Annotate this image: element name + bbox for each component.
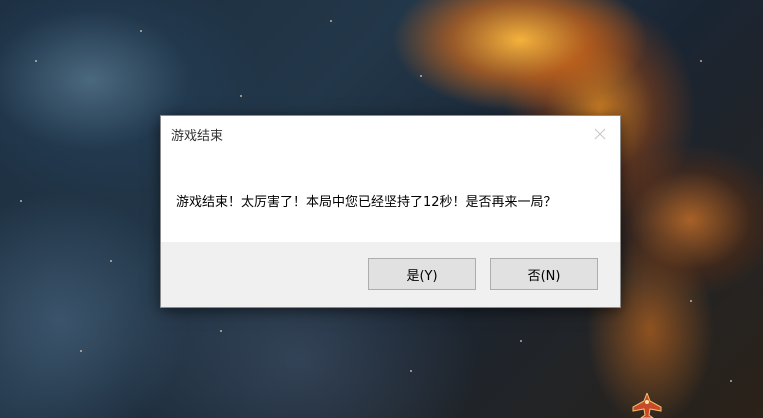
background-star <box>730 380 732 382</box>
yes-button[interactable]: 是(Y) <box>368 258 476 290</box>
message-area: 游戏结束！太厉害了！本局中您已经坚持了12秒！是否再来一局？ <box>161 152 620 242</box>
game-over-dialog: 游戏结束 游戏结束！太厉害了！本局中您已经坚持了12秒！是否再来一局？ 是(Y)… <box>160 115 621 308</box>
no-button[interactable]: 否(N) <box>490 258 598 290</box>
background-star <box>420 75 422 77</box>
background-star <box>520 340 522 342</box>
player-plane-icon <box>632 393 662 418</box>
background-star <box>410 370 412 372</box>
close-button[interactable] <box>580 116 620 152</box>
background-star <box>220 330 222 332</box>
background-star <box>110 260 112 262</box>
button-bar: 是(Y) 否(N) <box>161 242 620 307</box>
dialog-title: 游戏结束 <box>171 129 224 144</box>
background-star <box>140 30 142 32</box>
background-star <box>690 300 692 302</box>
close-icon <box>594 128 606 140</box>
background-star <box>240 95 242 97</box>
background-star <box>35 60 37 62</box>
dialog-message: 游戏结束！太厉害了！本局中您已经坚持了12秒！是否再来一局？ <box>176 195 557 210</box>
background-star <box>20 200 22 202</box>
background-star <box>330 20 332 22</box>
background-star <box>700 60 702 62</box>
background-star <box>80 350 82 352</box>
dialog-titlebar[interactable]: 游戏结束 <box>161 116 620 152</box>
